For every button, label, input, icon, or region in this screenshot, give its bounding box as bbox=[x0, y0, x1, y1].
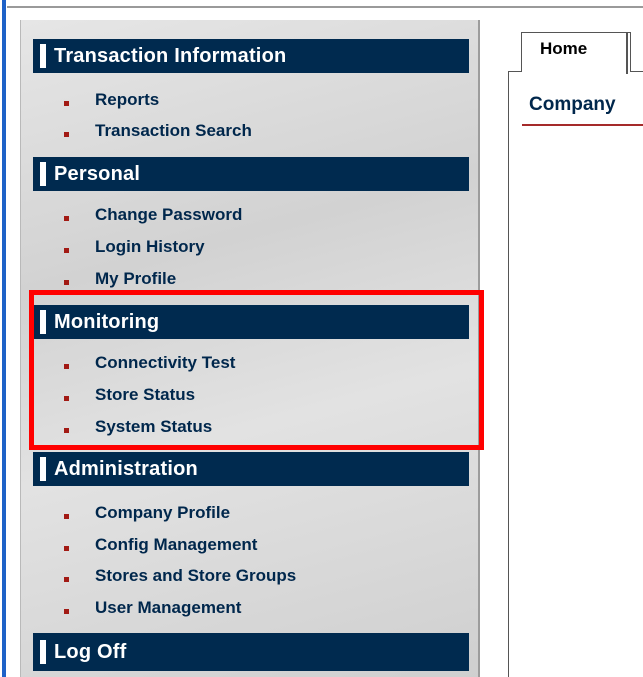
section-marker-icon bbox=[40, 44, 46, 68]
nav-item-label: Reports bbox=[95, 90, 160, 109]
nav-item-stores-and-store-groups[interactable]: Stores and Store Groups bbox=[64, 563, 296, 589]
nav-item-user-management[interactable]: User Management bbox=[64, 595, 241, 621]
nav-item-company-profile[interactable]: Company Profile bbox=[64, 500, 230, 526]
nav-item-login-history[interactable]: Login History bbox=[64, 234, 205, 260]
bullet-icon bbox=[64, 215, 69, 221]
nav-item-label: Transaction Search bbox=[95, 121, 252, 140]
bullet-icon bbox=[64, 279, 69, 285]
tab-divider bbox=[626, 32, 628, 74]
window-left-edge bbox=[0, 0, 7, 677]
section-marker-icon bbox=[40, 457, 46, 481]
bullet-icon bbox=[64, 576, 69, 582]
section-header-log-off[interactable]: Log Off bbox=[33, 633, 469, 671]
nav-item-label: Login History bbox=[95, 237, 205, 256]
section-title: Administration bbox=[54, 457, 198, 480]
bullet-icon bbox=[64, 131, 69, 137]
bullet-icon bbox=[64, 608, 69, 614]
page-title: Company bbox=[529, 94, 616, 115]
section-title: Personal bbox=[54, 162, 141, 185]
section-title: Log Off bbox=[54, 640, 127, 663]
nav-item-my-profile[interactable]: My Profile bbox=[64, 266, 176, 292]
section-header-personal[interactable]: Personal bbox=[33, 157, 469, 191]
title-underline bbox=[522, 124, 643, 126]
content-panel bbox=[508, 71, 643, 677]
nav-item-transaction-search[interactable]: Transaction Search bbox=[64, 118, 252, 144]
section-marker-icon bbox=[40, 162, 46, 186]
section-header-transaction-information[interactable]: Transaction Information bbox=[33, 39, 469, 73]
nav-item-reports[interactable]: Reports bbox=[64, 87, 159, 113]
nav-item-label: Change Password bbox=[95, 205, 243, 224]
nav-item-label: Company Profile bbox=[95, 503, 231, 522]
nav-item-label: Config Management bbox=[95, 535, 258, 554]
section-title: Transaction Information bbox=[54, 44, 287, 67]
bullet-icon bbox=[64, 100, 69, 106]
nav-item-label: User Management bbox=[95, 598, 242, 617]
nav-item-change-password[interactable]: Change Password bbox=[64, 202, 242, 228]
tab-home[interactable]: Home bbox=[521, 32, 631, 72]
nav-item-config-management[interactable]: Config Management bbox=[64, 532, 257, 558]
bullet-icon bbox=[64, 247, 69, 253]
section-header-administration[interactable]: Administration bbox=[33, 452, 469, 486]
bullet-icon bbox=[64, 545, 69, 551]
tab-label: Home bbox=[540, 39, 588, 58]
section-marker-icon bbox=[40, 640, 46, 664]
nav-item-label: My Profile bbox=[95, 269, 177, 288]
page: Transaction Information Reports Transact… bbox=[0, 0, 643, 677]
top-divider bbox=[7, 6, 643, 8]
monitoring-highlight-box bbox=[29, 290, 484, 450]
bullet-icon bbox=[64, 513, 69, 519]
nav-item-label: Stores and Store Groups bbox=[95, 566, 297, 585]
